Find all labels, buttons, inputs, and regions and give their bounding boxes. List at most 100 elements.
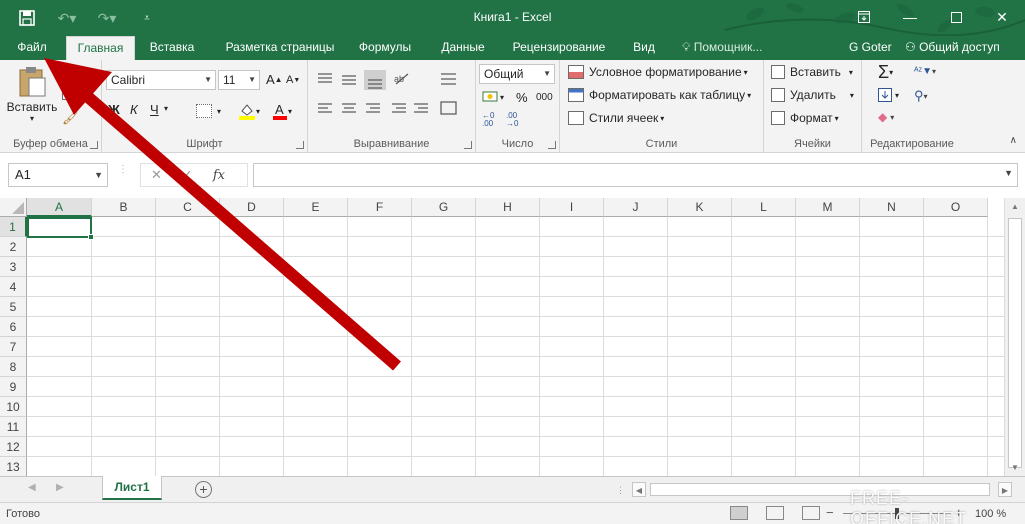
cell-styles-button[interactable]: Стили ячеек ▾: [568, 111, 664, 125]
shrink-font-icon[interactable]: A ▼: [286, 74, 300, 86]
row-header-2[interactable]: 2: [0, 237, 27, 257]
formula-input[interactable]: ▼: [253, 163, 1018, 187]
italic-button[interactable]: К: [130, 102, 138, 117]
paste-button[interactable]: Вставить ▾: [7, 66, 57, 123]
alignment-launcher-icon[interactable]: [464, 141, 472, 149]
row-header-7[interactable]: 7: [0, 337, 27, 357]
row-header-13[interactable]: 13: [0, 457, 27, 476]
autosum-icon[interactable]: Σ ▾: [878, 62, 893, 83]
collapse-ribbon-icon[interactable]: ∧: [1010, 135, 1017, 146]
close-icon[interactable]: ✕: [979, 0, 1025, 34]
tab-insert[interactable]: Вставка: [143, 36, 201, 60]
cancel-icon[interactable]: ✕: [151, 167, 162, 183]
tab-data[interactable]: Данные: [432, 36, 494, 60]
column-header-g[interactable]: G: [412, 198, 476, 217]
tab-formulas[interactable]: Формулы: [352, 36, 418, 60]
conditional-formatting-button[interactable]: Условное форматирование ▾: [568, 65, 748, 79]
fill-handle[interactable]: [88, 234, 94, 240]
decrease-decimal-icon[interactable]: .00 →0: [506, 112, 518, 128]
sort-filter-icon[interactable]: ᴬᶻ▼ ▾: [914, 66, 936, 77]
column-header-c[interactable]: C: [156, 198, 220, 217]
column-header-o[interactable]: O: [924, 198, 988, 217]
column-header-e[interactable]: E: [284, 198, 348, 217]
borders-icon[interactable]: ▾: [196, 104, 221, 118]
number-launcher-icon[interactable]: [548, 141, 556, 149]
row-header-11[interactable]: 11: [0, 417, 27, 437]
tab-review[interactable]: Рецензирование: [507, 36, 611, 60]
zoom-out-icon[interactable]: −: [826, 505, 834, 520]
page-layout-view-icon[interactable]: [766, 506, 784, 520]
vertical-scrollbar[interactable]: ▲ ▼: [1004, 198, 1025, 476]
normal-view-icon[interactable]: [730, 506, 748, 520]
copy-icon[interactable]: [62, 88, 79, 100]
scroll-thumb[interactable]: [1008, 218, 1022, 468]
column-header-i[interactable]: I: [540, 198, 604, 217]
clipboard-launcher-icon[interactable]: [90, 141, 98, 149]
enter-icon[interactable]: ✓: [182, 167, 193, 183]
format-as-table-button[interactable]: Форматировать как таблицу ▾: [568, 88, 751, 102]
page-break-view-icon[interactable]: [802, 506, 820, 520]
tab-home[interactable]: Главная: [66, 36, 135, 60]
select-all-corner[interactable]: [0, 198, 27, 217]
number-format-select[interactable]: Общий ▼: [479, 64, 555, 84]
column-header-b[interactable]: B: [92, 198, 156, 217]
alignment-icons[interactable]: ab: [316, 70, 466, 124]
column-header-a[interactable]: A: [27, 198, 92, 217]
column-header-m[interactable]: M: [796, 198, 860, 217]
insert-function-button[interactable]: fx: [213, 168, 225, 183]
sheet-tab[interactable]: Лист1: [102, 476, 162, 500]
fill-color-icon[interactable]: ▾: [238, 102, 260, 120]
active-cell[interactable]: [27, 217, 94, 240]
tell-me-search[interactable]: 💡︎ Помощник...: [682, 36, 762, 60]
font-size-select[interactable]: 11 ▼: [218, 70, 260, 90]
add-sheet-icon[interactable]: +: [195, 481, 212, 498]
fill-icon[interactable]: ▾: [878, 88, 899, 102]
column-header-n[interactable]: N: [860, 198, 924, 217]
tab-split-handle[interactable]: ⋮: [616, 485, 625, 496]
column-header-f[interactable]: F: [348, 198, 412, 217]
increase-decimal-icon[interactable]: ←0.00: [482, 112, 494, 128]
row-header-6[interactable]: 6: [0, 317, 27, 337]
resize-handle[interactable]: ⋮: [118, 165, 128, 175]
column-header-j[interactable]: J: [604, 198, 668, 217]
font-color-icon[interactable]: A ▾: [272, 102, 292, 120]
spreadsheet-grid[interactable]: A B C D E F G H I J K L M N O 1 2 3 4 5 6 7 8 9 10 11 12 13: [0, 198, 1004, 476]
name-box[interactable]: A1 ▼: [8, 163, 108, 187]
row-header-5[interactable]: 5: [0, 297, 27, 317]
delete-cells-button[interactable]: Удалить ▾: [771, 88, 854, 102]
scroll-left-icon[interactable]: ◀: [632, 482, 646, 497]
maximize-icon[interactable]: [933, 0, 979, 34]
format-painter-icon[interactable]: 🖌︎: [62, 110, 79, 126]
sheet-prev-icon[interactable]: ◀: [28, 482, 36, 493]
insert-cells-button[interactable]: Вставить ▾: [771, 65, 853, 79]
scroll-down-icon[interactable]: ▼: [1005, 459, 1025, 476]
ribbon-display-options-icon[interactable]: [841, 0, 887, 34]
clear-icon[interactable]: ◆ ▾: [878, 110, 894, 124]
expand-formula-bar-icon[interactable]: ▼: [1004, 168, 1013, 178]
grow-font-icon[interactable]: A ▲: [266, 72, 283, 87]
tab-view[interactable]: Вид: [625, 36, 663, 60]
bold-button[interactable]: Ж: [108, 102, 120, 117]
font-launcher-icon[interactable]: [296, 141, 304, 149]
row-header-9[interactable]: 9: [0, 377, 27, 397]
column-header-l[interactable]: L: [732, 198, 796, 217]
user-name[interactable]: G Goter: [849, 36, 892, 60]
cut-icon[interactable]: ✂: [62, 66, 74, 83]
row-header-10[interactable]: 10: [0, 397, 27, 417]
currency-format-icon[interactable]: ▾: [482, 90, 504, 104]
chevron-down-icon[interactable]: ▾: [164, 104, 168, 113]
tab-file[interactable]: Файл: [6, 36, 58, 60]
column-header-d[interactable]: D: [220, 198, 284, 217]
row-header-12[interactable]: 12: [0, 437, 27, 457]
row-header-3[interactable]: 3: [0, 257, 27, 277]
row-header-4[interactable]: 4: [0, 277, 27, 297]
minimize-icon[interactable]: —: [887, 0, 933, 34]
font-name-select[interactable]: Calibri ▼: [106, 70, 216, 90]
tab-page-layout[interactable]: Разметка страницы: [216, 36, 344, 60]
column-header-k[interactable]: K: [668, 198, 732, 217]
format-cells-button[interactable]: Формат ▾: [771, 111, 839, 125]
underline-button[interactable]: Ч: [150, 102, 159, 117]
row-header-8[interactable]: 8: [0, 357, 27, 377]
share-button[interactable]: ⚇ Общий доступ: [905, 36, 1000, 60]
thousands-separator-button[interactable]: 000: [536, 92, 553, 103]
